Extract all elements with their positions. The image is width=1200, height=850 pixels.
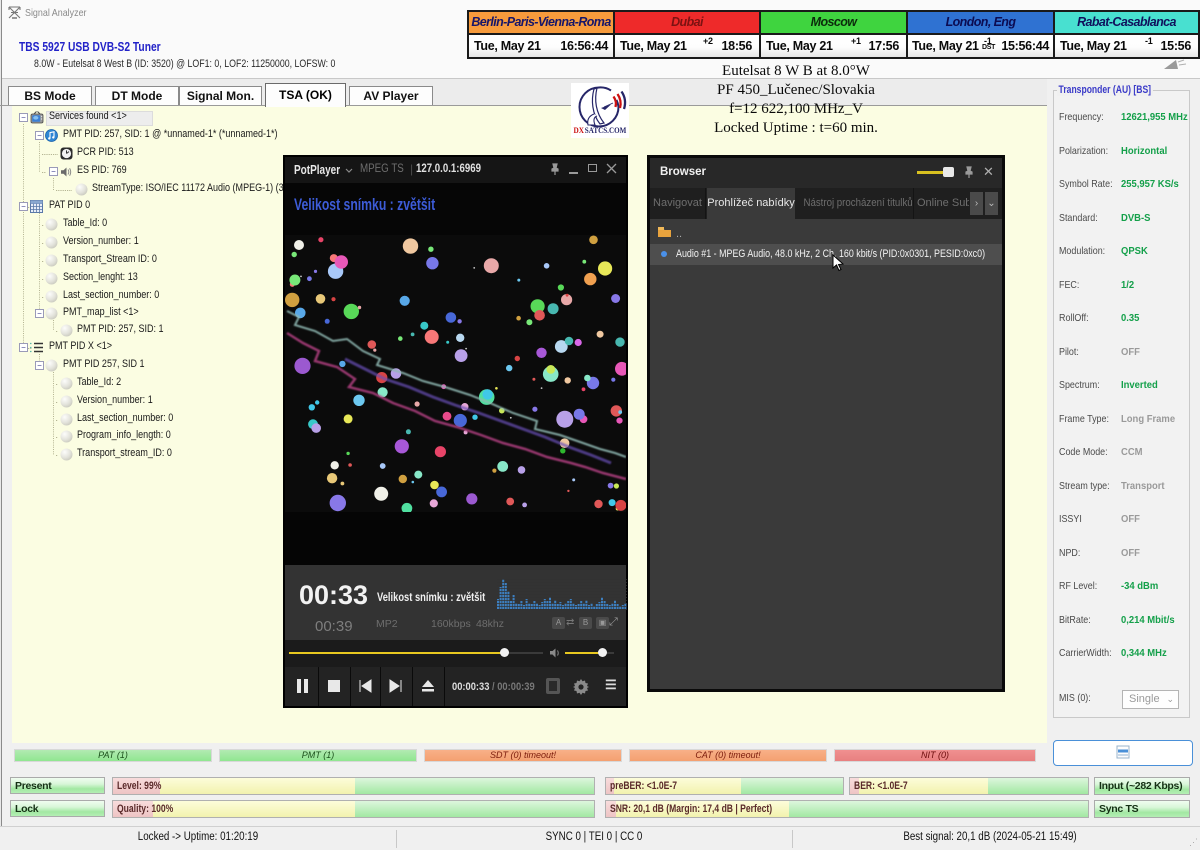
svg-text:DX: DX [574, 126, 585, 135]
svg-text:SATCS.COM: SATCS.COM [585, 126, 627, 135]
